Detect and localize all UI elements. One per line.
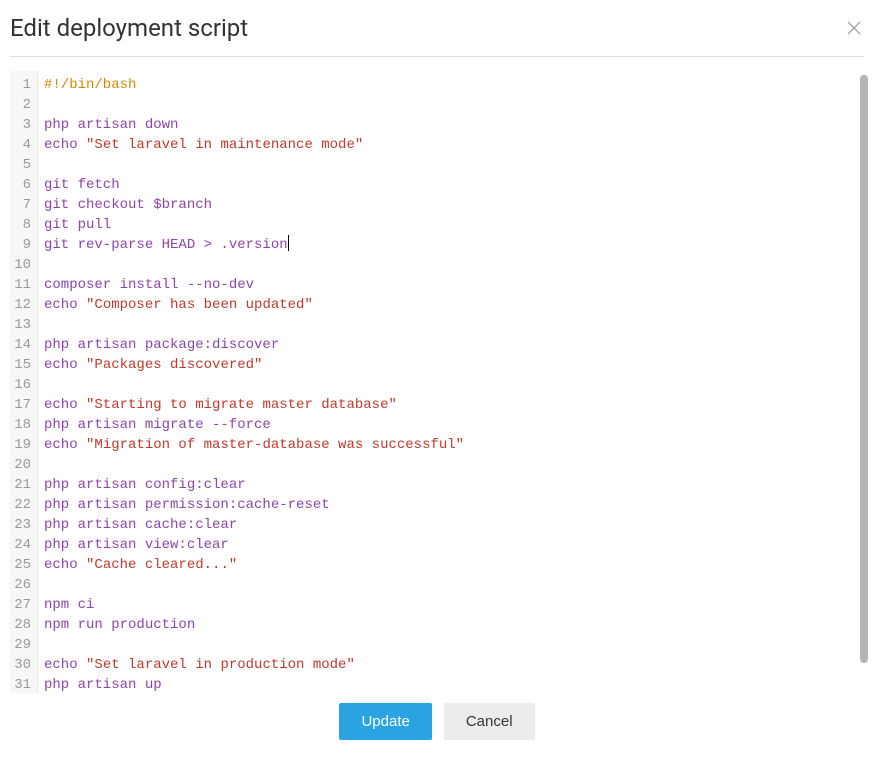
code-line[interactable]: echo "Cache cleared...": [44, 555, 858, 575]
line-number: 19: [14, 435, 31, 455]
code-line[interactable]: php artisan package:discover: [44, 335, 858, 355]
code-line[interactable]: git fetch: [44, 175, 858, 195]
code-line[interactable]: npm ci: [44, 595, 858, 615]
code-line[interactable]: echo "Set laravel in maintenance mode": [44, 135, 858, 155]
line-number: 5: [14, 155, 31, 175]
code-line[interactable]: git rev-parse HEAD > .version: [44, 235, 858, 255]
line-number: 22: [14, 495, 31, 515]
line-number: 10: [14, 255, 31, 275]
code-line[interactable]: php artisan migrate --force: [44, 415, 858, 435]
code-line[interactable]: npm run production: [44, 615, 858, 635]
code-line[interactable]: [44, 255, 858, 275]
code-line[interactable]: php artisan config:clear: [44, 475, 858, 495]
code-line[interactable]: #!/bin/bash: [44, 75, 858, 95]
code-line[interactable]: echo "Starting to migrate master databas…: [44, 395, 858, 415]
line-number: 29: [14, 635, 31, 655]
code-line[interactable]: [44, 575, 858, 595]
line-number: 30: [14, 655, 31, 675]
code-line[interactable]: [44, 455, 858, 475]
close-icon[interactable]: [844, 18, 864, 38]
line-number: 23: [14, 515, 31, 535]
code-line[interactable]: [44, 95, 858, 115]
code-line[interactable]: php artisan cache:clear: [44, 515, 858, 535]
code-line[interactable]: [44, 155, 858, 175]
code-line[interactable]: echo "Packages discovered": [44, 355, 858, 375]
code-editor[interactable]: 1234567891011121314151617181920212223242…: [10, 71, 864, 693]
code-line[interactable]: git checkout $branch: [44, 195, 858, 215]
editor-scrollbar[interactable]: [860, 75, 868, 663]
line-number: 18: [14, 415, 31, 435]
text-cursor: [288, 235, 289, 251]
line-number: 6: [14, 175, 31, 195]
code-area[interactable]: #!/bin/bash php artisan downecho "Set la…: [38, 71, 864, 693]
line-number: 12: [14, 295, 31, 315]
line-number: 7: [14, 195, 31, 215]
line-number: 3: [14, 115, 31, 135]
line-number: 28: [14, 615, 31, 635]
code-line[interactable]: [44, 315, 858, 335]
code-line[interactable]: php artisan permission:cache-reset: [44, 495, 858, 515]
code-line[interactable]: echo "Composer has been updated": [44, 295, 858, 315]
line-number: 13: [14, 315, 31, 335]
update-button[interactable]: Update: [339, 703, 431, 740]
dialog-header: Edit deployment script: [10, 10, 864, 56]
line-number: 20: [14, 455, 31, 475]
line-number: 4: [14, 135, 31, 155]
line-number: 8: [14, 215, 31, 235]
code-line[interactable]: git pull: [44, 215, 858, 235]
line-number: 24: [14, 535, 31, 555]
line-number: 25: [14, 555, 31, 575]
line-number: 11: [14, 275, 31, 295]
line-number: 17: [14, 395, 31, 415]
code-line[interactable]: php artisan down: [44, 115, 858, 135]
line-number: 27: [14, 595, 31, 615]
code-line[interactable]: [44, 375, 858, 395]
line-number: 21: [14, 475, 31, 495]
line-number-gutter: 1234567891011121314151617181920212223242…: [10, 71, 38, 693]
cancel-button[interactable]: Cancel: [444, 703, 535, 740]
header-divider: [10, 56, 864, 57]
line-number: 2: [14, 95, 31, 115]
code-line[interactable]: echo "Set laravel in production mode": [44, 655, 858, 675]
code-line[interactable]: composer install --no-dev: [44, 275, 858, 295]
code-line[interactable]: echo "Migration of master-database was s…: [44, 435, 858, 455]
dialog-footer: Update Cancel: [10, 693, 864, 740]
code-line[interactable]: php artisan up: [44, 675, 858, 693]
dialog-title: Edit deployment script: [10, 14, 248, 42]
code-line[interactable]: php artisan view:clear: [44, 535, 858, 555]
line-number: 31: [14, 675, 31, 695]
line-number: 15: [14, 355, 31, 375]
line-number: 16: [14, 375, 31, 395]
line-number: 9: [14, 235, 31, 255]
line-number: 1: [14, 75, 31, 95]
line-number: 14: [14, 335, 31, 355]
line-number: 26: [14, 575, 31, 595]
code-line[interactable]: [44, 635, 858, 655]
